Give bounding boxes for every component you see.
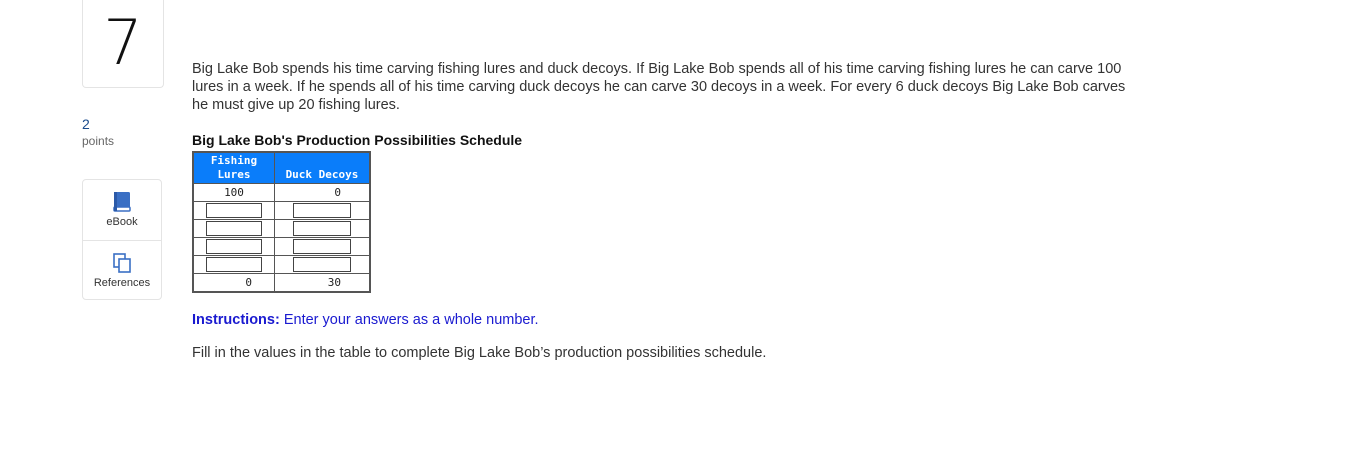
table-row — [192, 219, 371, 238]
cell-decoys-given: 30 — [274, 273, 371, 293]
question-content: Big Lake Bob spends his time carving fis… — [192, 60, 1152, 361]
points-value: 2 — [82, 116, 90, 132]
header-fishing-lures-line2: Lures — [217, 168, 251, 181]
tools-panel: eBook References — [82, 179, 162, 300]
table-row: 0 30 — [192, 273, 371, 293]
ebook-button[interactable]: eBook — [83, 180, 161, 240]
table-row: 100 0 — [192, 183, 371, 202]
cell-lures-input — [192, 237, 275, 256]
lures-input-4[interactable] — [206, 257, 262, 272]
instructions-label: Instructions: — [192, 312, 280, 328]
decoys-input-2[interactable] — [293, 221, 351, 236]
table-row — [192, 201, 371, 220]
lures-input-3[interactable] — [206, 239, 262, 254]
book-icon — [113, 192, 131, 212]
points-label: points — [82, 134, 115, 148]
question-number: 7 — [82, 0, 164, 88]
cell-decoys-input — [274, 255, 371, 274]
instructions: Instructions: Enter your answers as a wh… — [192, 312, 1152, 328]
table-row — [192, 237, 371, 256]
cell-decoys-input — [274, 237, 371, 256]
schedule-title: Big Lake Bob's Production Possibilities … — [192, 132, 523, 148]
decoys-input-4[interactable] — [293, 257, 351, 272]
decoys-input-3[interactable] — [293, 239, 351, 254]
decoys-input-1[interactable] — [293, 203, 351, 218]
fill-instruction-text: Fill in the values in the table to compl… — [192, 345, 767, 361]
header-duck-decoys: Duck Decoys — [274, 151, 371, 184]
cell-lures-input — [192, 219, 275, 238]
cell-decoys-input — [274, 201, 371, 220]
cell-lures-given: 0 — [192, 273, 275, 293]
references-button[interactable]: References — [83, 240, 161, 301]
header-fishing-lures-line1: Fishing — [210, 154, 258, 167]
cell-lures-given: 100 — [192, 183, 275, 202]
cell-decoys-given: 0 — [274, 183, 371, 202]
question-text: Big Lake Bob spends his time carving fis… — [192, 61, 1126, 113]
header-fishing-lures: Fishing Lures — [192, 151, 275, 184]
lures-input-2[interactable] — [206, 221, 262, 236]
ebook-label: eBook — [106, 216, 138, 228]
table-header-row: Fishing Lures Duck Decoys — [192, 151, 371, 184]
references-label: References — [93, 277, 151, 289]
cell-decoys-input — [274, 219, 371, 238]
instructions-text: Enter your answers as a whole number. — [283, 312, 539, 328]
cell-lures-input — [192, 201, 275, 220]
lures-input-1[interactable] — [206, 203, 262, 218]
documents-icon — [113, 253, 131, 273]
production-possibilities-table: Fishing Lures Duck Decoys 100 0 0 30 — [192, 151, 371, 293]
table-row — [192, 255, 371, 274]
cell-lures-input — [192, 255, 275, 274]
